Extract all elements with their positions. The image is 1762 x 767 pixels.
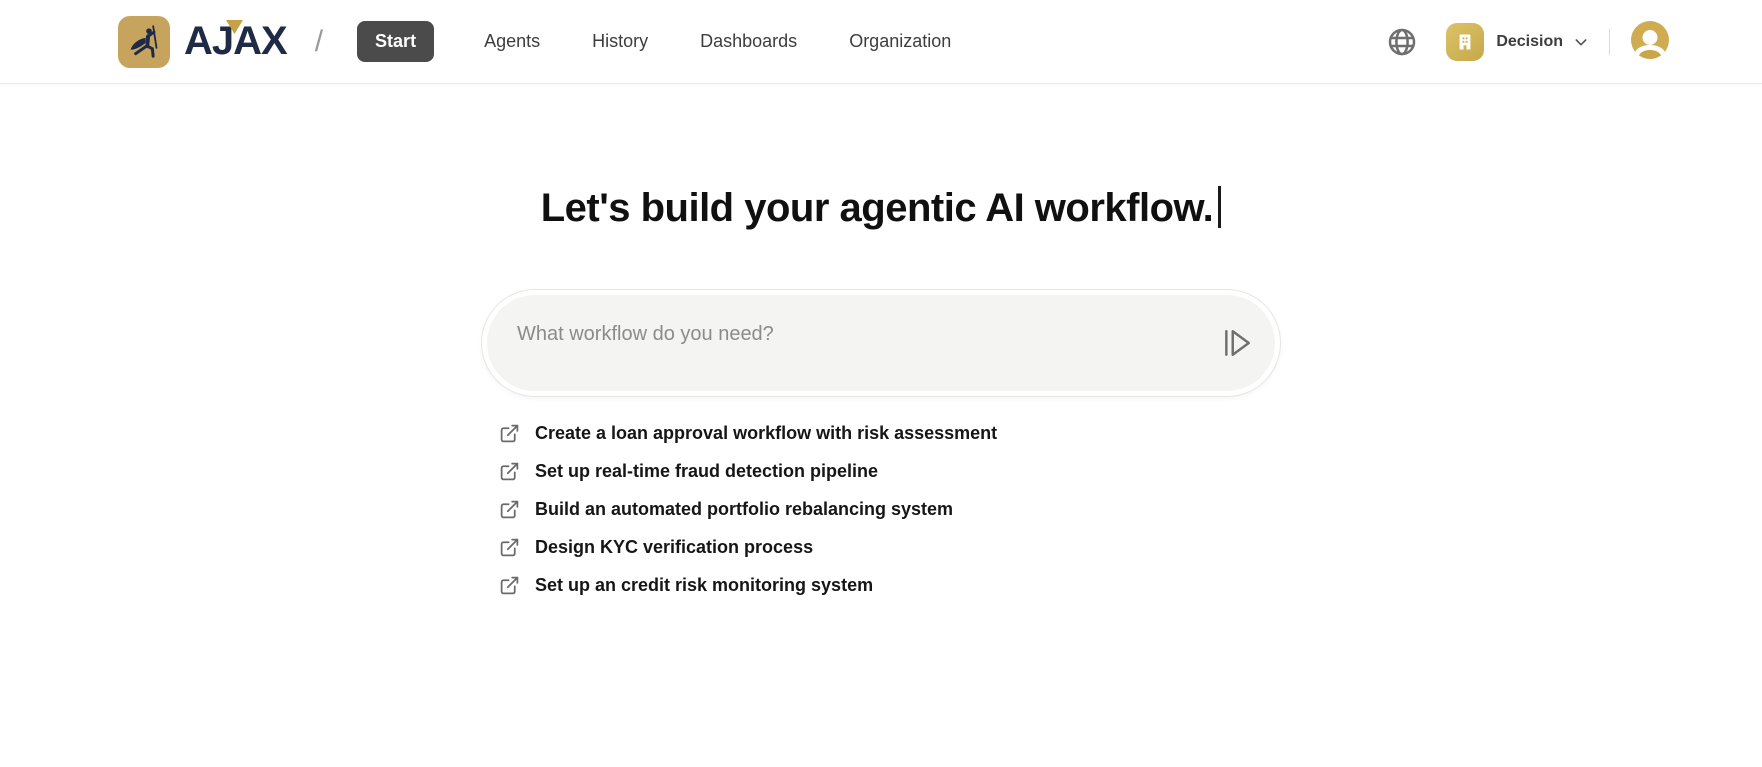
building-icon [1459, 34, 1471, 49]
main-content: Let's build your agentic AI workflow. Cr… [481, 186, 1281, 596]
external-link-icon [499, 499, 520, 520]
suggestion-text: Create a loan approval workflow with ris… [535, 423, 998, 443]
suggestion-kyc-verification[interactable]: Design KYC verification process [499, 537, 1281, 558]
suggestion-credit-risk-monitoring[interactable]: Set up an credit risk monitoring system [499, 575, 1281, 596]
suggestion-text: Build an automated portfolio rebalancing… [535, 499, 954, 519]
org-selector-label: Decision [1496, 32, 1563, 50]
nav-item-start[interactable]: Start [357, 21, 435, 62]
primary-nav: Start Agents History Dashboards Organiza… [357, 21, 953, 62]
suggestion-portfolio-rebalancing[interactable]: Build an automated portfolio rebalancing… [499, 499, 1281, 520]
external-link-icon [499, 423, 520, 444]
page-title: Let's build your agentic AI workflow. [481, 186, 1281, 231]
workflow-prompt-input[interactable] [487, 295, 1275, 391]
chevron-down-icon [1575, 38, 1587, 45]
play-submit-icon [1225, 330, 1250, 356]
typing-cursor [1218, 186, 1222, 228]
external-link-icon [499, 537, 520, 558]
brand-separator: / [314, 24, 324, 58]
globe-icon [1389, 28, 1416, 55]
nav-item-dashboards[interactable]: Dashboards [698, 22, 799, 61]
topbar-right-controls: Decision [1386, 20, 1670, 63]
nav-item-organization[interactable]: Organization [847, 22, 953, 61]
suggestion-loan-approval[interactable]: Create a loan approval workflow with ris… [499, 423, 1281, 444]
suggestion-fraud-detection[interactable]: Set up real-time fraud detection pipelin… [499, 461, 1281, 482]
user-avatar-icon [1631, 21, 1669, 59]
suggestion-list: Create a loan approval workflow with ris… [481, 423, 1281, 596]
external-link-icon [499, 575, 520, 596]
org-badge [1446, 22, 1485, 61]
ajax-logo-icon [118, 15, 170, 68]
submit-workflow-button[interactable] [1221, 328, 1253, 358]
organization-selector[interactable]: Decision [1446, 22, 1589, 61]
nav-item-history[interactable]: History [590, 22, 650, 61]
workflow-prompt-box [481, 289, 1281, 397]
suggestion-text: Set up an credit risk monitoring system [535, 575, 874, 595]
external-link-icon [499, 461, 520, 482]
brand-name: AJAX [184, 19, 288, 63]
language-globe-button[interactable] [1386, 26, 1418, 58]
spear-thrower-icon [130, 24, 158, 58]
user-avatar-button[interactable] [1630, 20, 1670, 63]
topbar-divider [1609, 28, 1610, 55]
brand-home-link[interactable]: AJAX [118, 15, 288, 68]
top-navigation-bar: AJAX / Start Agents History Dashboards O… [0, 0, 1762, 84]
nav-item-agents[interactable]: Agents [482, 22, 542, 61]
suggestion-text: Design KYC verification process [535, 537, 814, 557]
suggestion-text: Set up real-time fraud detection pipelin… [535, 461, 879, 481]
page-title-text: Let's build your agentic AI workflow. [540, 186, 1214, 230]
workflow-prompt-inner [487, 295, 1275, 391]
